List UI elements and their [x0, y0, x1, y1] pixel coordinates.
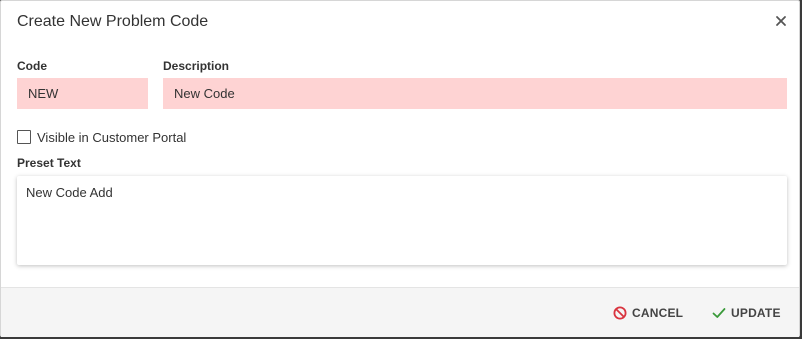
description-label: Description	[163, 59, 230, 73]
preset-text-input[interactable]: New Code Add	[17, 176, 787, 265]
visible-in-portal-checkbox[interactable]	[17, 130, 31, 144]
description-input[interactable]	[163, 78, 787, 109]
cancel-button[interactable]: CANCEL	[613, 288, 683, 338]
close-button[interactable]	[771, 11, 791, 31]
cancel-label: CANCEL	[632, 306, 684, 320]
preset-text-label: Preset Text	[17, 156, 81, 170]
code-label: Code	[17, 59, 47, 73]
close-icon	[776, 16, 786, 26]
dialog-header: Create New Problem Code	[1, 1, 799, 45]
update-button[interactable]: UPDATE	[712, 288, 781, 338]
dialog-title: Create New Problem Code	[17, 13, 209, 30]
ban-icon	[613, 306, 627, 320]
check-icon	[712, 306, 726, 320]
create-problem-code-dialog: Create New Problem Code Code Description…	[0, 0, 800, 337]
visible-in-portal-toggle[interactable]: Visible in Customer Portal	[17, 128, 186, 146]
dialog-footer: CANCEL UPDATE	[1, 287, 799, 337]
code-input[interactable]	[17, 78, 148, 109]
update-label: UPDATE	[731, 306, 781, 320]
visible-in-portal-label: Visible in Customer Portal	[37, 129, 187, 145]
